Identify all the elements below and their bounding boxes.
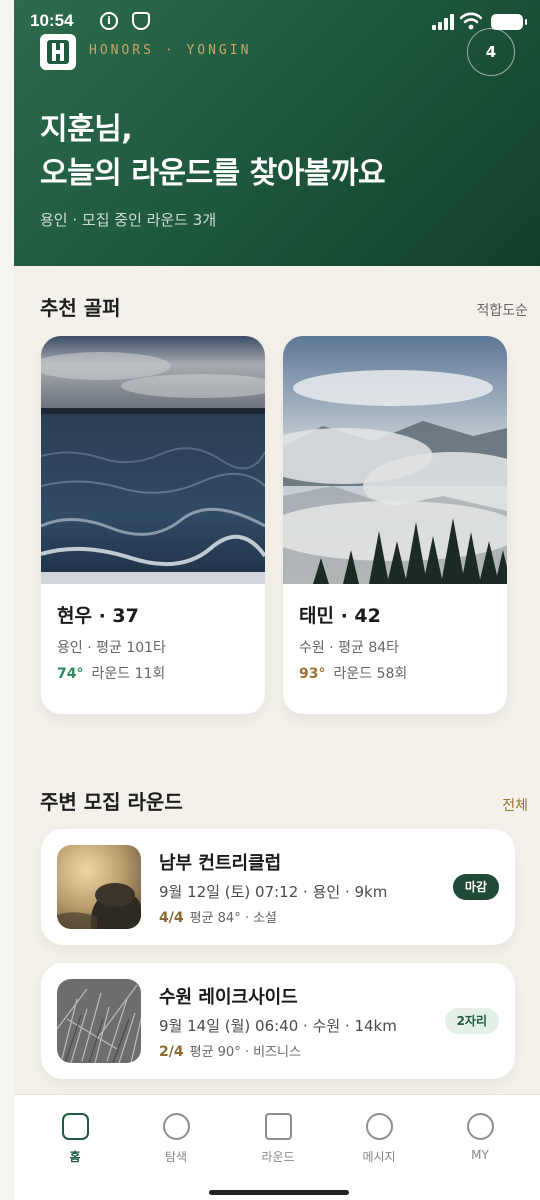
nearby-title: 주변 모집 라운드 (40, 790, 183, 814)
round-thumbnail (57, 845, 141, 929)
explore-icon (162, 1113, 190, 1140)
tab-label: MY (471, 1148, 489, 1162)
home-indicator (209, 1190, 349, 1195)
golfer-card[interactable]: 현우 · 37 용인 · 평균 101타 74° 라운드 11회 (41, 336, 265, 714)
greeting-line-1: 지훈님, (40, 112, 133, 147)
tab-messages[interactable]: 메시지 (339, 1113, 419, 1165)
round-stats: 2/4 평균 90° · 비즈니스 (159, 1041, 301, 1060)
status-time: 10:54 (30, 11, 74, 30)
golfer-rounds: 라운드 11회 (91, 666, 166, 682)
golfer-score: 74° (57, 666, 84, 682)
golfer-photo (283, 336, 507, 584)
golfer-card[interactable]: 태민 · 42 수원 · 평균 84타 93° 라운드 58회 (283, 336, 507, 714)
golfer-info: 용인 · 평균 101타 (57, 640, 166, 656)
hero-header: 10:54 i HONORS · YONGIN 4 지훈님, 오늘의 라운드를 … (14, 0, 540, 266)
wifi-icon (460, 12, 482, 30)
profile-icon (466, 1113, 494, 1140)
round-name: 남부 컨트리클럽 (159, 853, 282, 874)
tab-home[interactable]: 홈 (35, 1113, 115, 1165)
recommended-title: 추천 골퍼 (40, 296, 121, 320)
tab-explore[interactable]: 탐색 (136, 1113, 216, 1165)
round-card[interactable]: 남부 컨트리클럽 9월 12일 (토) 07:12 · 용인 · 9km 4/4… (41, 829, 515, 945)
tab-round[interactable]: 라운드 (238, 1113, 318, 1165)
greeting-title: 지훈님, 오늘의 라운드를 찾아볼까요 (40, 108, 386, 196)
golfer-info: 수원 · 평균 84타 (299, 640, 400, 656)
brand-label: HONORS · YONGIN (89, 43, 252, 58)
round-stats: 4/4 평균 84° · 소셜 (159, 907, 277, 926)
tab-label: 탐색 (164, 1150, 188, 1164)
tab-label: 홈 (69, 1150, 81, 1164)
status-badge: 2자리 (444, 1008, 499, 1034)
status-badge: 마감 (452, 874, 499, 900)
golfer-rounds: 라운드 58회 (333, 666, 408, 682)
signal-icon (432, 14, 454, 30)
tab-label: 메시지 (362, 1150, 396, 1164)
app-logo[interactable] (40, 34, 76, 70)
golfer-name: 현우 · 37 (57, 605, 139, 627)
round-count: 4/4 (159, 910, 184, 926)
golfer-stats: 74° 라운드 11회 (57, 663, 165, 683)
left-edge (0, 0, 14, 1200)
message-icon (365, 1113, 393, 1140)
golfer-photo (41, 336, 265, 584)
greeting-subtitle: 용인 · 모집 중인 라운드 3개 (40, 211, 217, 229)
round-meta: 9월 14일 (월) 06:40 · 수원 · 14km (159, 1017, 397, 1035)
greeting-line-2: 오늘의 라운드를 찾아볼까요 (40, 156, 386, 191)
info-icon: i (100, 12, 118, 30)
home-icon (61, 1113, 89, 1140)
round-count: 2/4 (159, 1044, 184, 1060)
sort-button[interactable]: 적합도순 (476, 300, 528, 320)
golfer-stats: 93° 라운드 58회 (299, 663, 407, 683)
status-bar: 10:54 i (30, 10, 527, 36)
golfer-score: 93° (299, 666, 326, 682)
round-thumbnail (57, 979, 141, 1063)
app-screen: 10:54 i HONORS · YONGIN 4 지훈님, 오늘의 라운드를 … (14, 0, 540, 1200)
golfer-name: 태민 · 42 (299, 605, 381, 627)
round-name: 수원 레이크사이드 (159, 987, 298, 1008)
round-card[interactable]: 수원 레이크사이드 9월 14일 (월) 06:40 · 수원 · 14km 2… (41, 963, 515, 1079)
tab-label: 라운드 (261, 1150, 295, 1164)
round-detail: 평균 90° · 비즈니스 (189, 1045, 301, 1060)
round-meta: 9월 12일 (토) 07:12 · 용인 · 9km (159, 883, 388, 901)
bottom-tab-bar: 홈 탐색 라운드 메시지 MY (14, 1094, 540, 1200)
tab-my[interactable]: MY (440, 1113, 520, 1162)
view-all-link[interactable]: 전체 (502, 795, 528, 815)
round-icon (264, 1113, 292, 1140)
round-detail: 평균 84° · 소셜 (189, 911, 278, 926)
shield-icon (132, 12, 150, 30)
notification-button[interactable]: 4 (467, 28, 515, 76)
